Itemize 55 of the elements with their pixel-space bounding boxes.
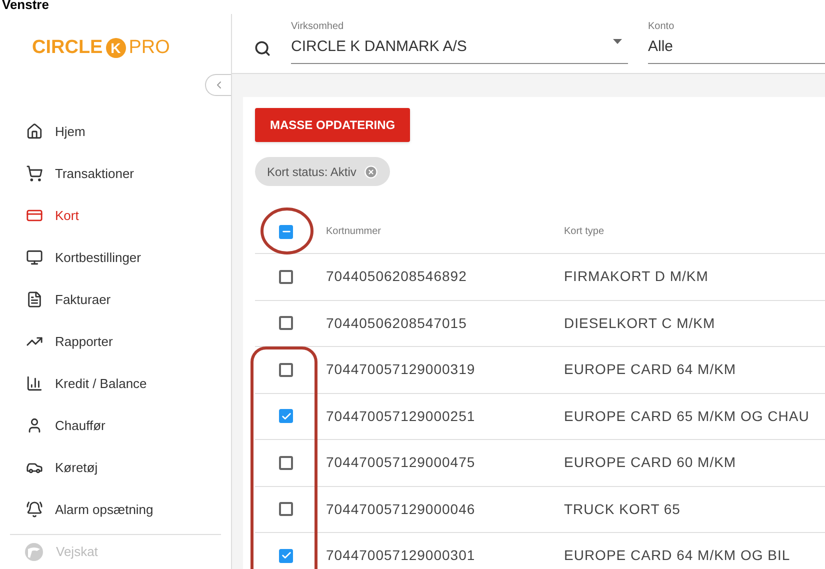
dropdown-arrow-icon bbox=[613, 39, 622, 44]
nav-item[interactable]: Hjem bbox=[0, 110, 231, 152]
home-icon bbox=[26, 123, 43, 140]
nav-item[interactable]: Rapporter bbox=[0, 320, 231, 362]
table-cell-text: EUROPE CARD 64 M/KM OG BIL bbox=[564, 546, 790, 566]
search-icon[interactable] bbox=[254, 40, 271, 57]
check-icon bbox=[280, 410, 292, 422]
checkbox[interactable] bbox=[279, 270, 293, 284]
checkbox[interactable] bbox=[279, 456, 293, 470]
table-cell-text: 704470057129000301 bbox=[326, 546, 476, 566]
table-cell-text: DIESELKORT C M/KM bbox=[564, 314, 716, 333]
checkbox[interactable] bbox=[279, 224, 293, 238]
column-header: Kort type bbox=[564, 225, 604, 239]
bulk-update-button[interactable]: MASSE OPDATERING bbox=[255, 108, 410, 142]
logo: CIRCLE K PRO bbox=[32, 36, 171, 60]
table-cell-text: 704470057129000475 bbox=[326, 453, 476, 472]
nav-item[interactable]: Kortbestillinger bbox=[0, 236, 231, 278]
account-select[interactable]: Konto Alle bbox=[648, 19, 825, 64]
nav-item[interactable]: Køretøj bbox=[0, 446, 231, 488]
table-cell-text: 70440506208547015 bbox=[326, 314, 468, 333]
nav-item[interactable]: Kort bbox=[0, 194, 231, 236]
caption: Venstre bbox=[2, 0, 49, 12]
company-select[interactable]: Virksomhed CIRCLE K DANMARK A/S bbox=[291, 19, 628, 64]
table-cell-text: 704470057129000251 bbox=[326, 406, 476, 426]
bar-chart-icon bbox=[26, 375, 43, 392]
bell-icon bbox=[26, 501, 43, 518]
card-icon bbox=[26, 207, 43, 224]
table-cell-text: FIRMAKORT D M/KM bbox=[564, 267, 708, 286]
cart-icon bbox=[26, 165, 43, 182]
table-cell-text: 704470057129000046 bbox=[326, 500, 476, 519]
road-logo-icon bbox=[24, 542, 44, 562]
nav-item[interactable]: Transaktioner bbox=[0, 152, 231, 194]
nav-item[interactable]: Chauffør bbox=[0, 404, 231, 446]
checkbox[interactable] bbox=[279, 316, 293, 330]
user-icon bbox=[26, 417, 43, 434]
table-cell-text: EUROPE CARD 64 M/KM bbox=[564, 360, 736, 380]
nav-item[interactable]: Alarm opsætning bbox=[0, 488, 231, 530]
checkbox[interactable] bbox=[279, 548, 293, 563]
table-cell-text: 704470057129000319 bbox=[326, 360, 476, 380]
checkbox[interactable] bbox=[279, 362, 293, 377]
document-icon bbox=[26, 291, 43, 308]
monitor-icon bbox=[26, 249, 43, 266]
nav-item[interactable]: Fakturaer bbox=[0, 278, 231, 320]
close-icon[interactable] bbox=[364, 164, 378, 178]
nav-item[interactable]: Kredit / Balance bbox=[0, 362, 231, 404]
table-cell-text: EUROPE CARD 65 M/KM OG CHAU bbox=[564, 406, 810, 426]
table-cell-text: 70440506208546892 bbox=[326, 267, 468, 286]
check-icon bbox=[280, 550, 292, 562]
filter-chip[interactable]: Kort status: Aktiv bbox=[255, 157, 390, 186]
checkbox[interactable] bbox=[279, 502, 293, 516]
column-header: Kortnummer bbox=[326, 225, 382, 239]
checkbox[interactable] bbox=[279, 409, 293, 424]
annotation-ellipse bbox=[259, 206, 315, 256]
table-cell-text: TRUCK KORT 65 bbox=[564, 500, 680, 519]
table-cell-text: EUROPE CARD 60 M/KM bbox=[564, 453, 736, 472]
